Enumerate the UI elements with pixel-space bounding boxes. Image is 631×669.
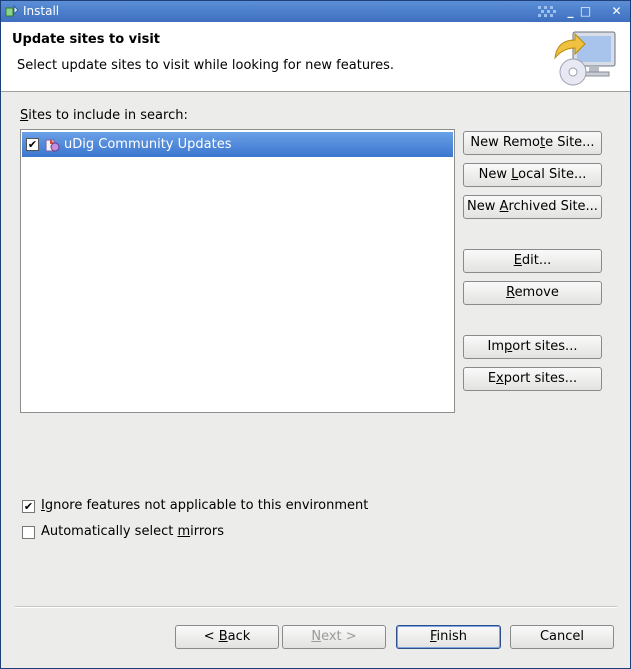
- update-site-icon: [45, 139, 60, 152]
- option-text: gnore features not applicable to this en…: [44, 498, 369, 513]
- remove-button[interactable]: Remove: [463, 281, 602, 305]
- next-button[interactable]: Next >: [282, 625, 386, 649]
- ignore-features-checkbox[interactable]: ✔: [22, 500, 35, 513]
- button-mnemonic: E: [513, 253, 522, 268]
- title-decoration-icon: [538, 6, 556, 17]
- button-text: New: [478, 167, 512, 182]
- select-mirrors-label: Automatically select mirrors: [41, 524, 224, 539]
- option-text: Automatically select: [41, 524, 178, 539]
- button-text: E: [487, 371, 497, 386]
- import-sites-button[interactable]: Import sites...: [463, 335, 602, 359]
- button-text: e Site...: [545, 135, 595, 150]
- button-text: ack: [227, 629, 251, 644]
- button-text: New Remo: [470, 135, 540, 150]
- maximize-button[interactable]: □: [577, 3, 594, 20]
- new-local-site-button[interactable]: New Local Site...: [463, 163, 602, 187]
- close-button[interactable]: ✕: [608, 3, 625, 20]
- new-archived-site-button[interactable]: New Archived Site...: [463, 195, 602, 219]
- install-wizard-icon: [554, 31, 616, 86]
- button-text: inish: [436, 629, 468, 644]
- list-item[interactable]: ✔ uDig Community Updates: [22, 132, 453, 157]
- button-text: ocal Site...: [518, 167, 587, 182]
- page-title: Update sites to visit: [12, 32, 160, 47]
- site-label: uDig Community Updates: [64, 137, 232, 152]
- footer-separator: [15, 606, 617, 608]
- sites-list[interactable]: ✔ uDig Community Updates: [20, 129, 455, 413]
- button-mnemonic: N: [311, 629, 322, 644]
- new-remote-site-button[interactable]: New Remote Site...: [463, 131, 602, 155]
- button-mnemonic: R: [506, 285, 515, 300]
- button-mnemonic: B: [218, 629, 228, 644]
- finish-button[interactable]: Finish: [396, 625, 501, 649]
- page-description: Select update sites to visit while looki…: [17, 58, 395, 73]
- button-text: Im: [487, 339, 505, 354]
- install-dialog: Install _ □ ✕ Update sites to visit Sele…: [0, 0, 631, 669]
- button-text: dit...: [521, 253, 552, 268]
- button-text: port sites...: [503, 371, 578, 386]
- ignore-features-label: Ignore features not applicable to this e…: [41, 498, 368, 513]
- cancel-button[interactable]: Cancel: [510, 625, 614, 649]
- wizard-header: Update sites to visit Select update site…: [1, 22, 630, 92]
- button-text: ort sites...: [512, 339, 578, 354]
- export-sites-button[interactable]: Export sites...: [463, 367, 602, 391]
- option-text: irrors: [190, 524, 224, 539]
- option-mnemonic: m: [177, 524, 191, 539]
- button-text: rchived Site...: [508, 199, 598, 214]
- window-title: Install: [23, 4, 60, 18]
- button-text: New: [467, 199, 500, 214]
- sites-label-text: ites to include in search:: [28, 108, 188, 123]
- select-mirrors-checkbox[interactable]: [22, 526, 35, 539]
- button-text: <: [203, 629, 219, 644]
- install-app-icon: [5, 4, 19, 17]
- button-text: emove: [514, 285, 559, 300]
- back-button[interactable]: < Back: [175, 625, 279, 649]
- title-bar[interactable]: Install _ □ ✕: [1, 1, 630, 22]
- edit-button[interactable]: Edit...: [463, 249, 602, 273]
- sites-label: Sites to include in search:: [20, 108, 188, 123]
- site-checkbox[interactable]: ✔: [26, 138, 39, 151]
- button-mnemonic: x: [496, 371, 504, 386]
- button-text: ext >: [321, 629, 357, 644]
